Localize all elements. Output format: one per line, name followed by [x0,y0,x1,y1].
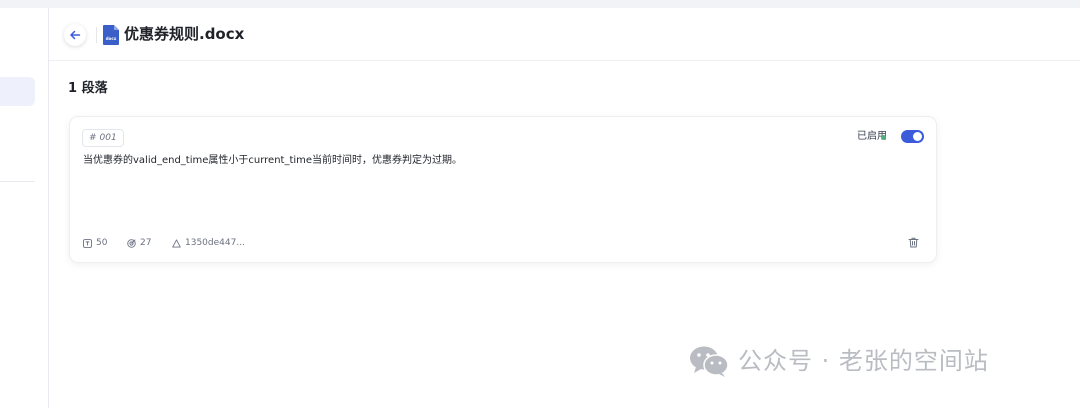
watermark-text: 公众号 · 老张的空间站 [738,347,989,375]
header-separator [96,27,97,43]
segment-content: 当优惠券的valid_end_time属性小于current_time当前时间时… [83,155,463,166]
svg-text:docx: docx [106,36,117,41]
document-header: docx 优惠券规则.docx [49,8,1080,61]
watermark: 公众号 · 老张的空间站 [688,344,989,378]
segment-hash: 1350de447... [172,237,245,249]
token-count: 50 [83,237,107,249]
sidebar-active-item[interactable] [0,77,35,106]
enable-toggle[interactable] [901,130,924,143]
toggle-knob [913,132,922,141]
sidebar-divider [0,181,35,182]
arrow-left-icon [70,30,81,40]
triangle-icon [172,238,181,248]
hit-count-value: 27 [140,238,152,248]
docx-file-icon: docx [103,25,119,45]
top-bar [0,0,1080,8]
section-title: 1 段落 [68,81,108,96]
wechat-icon [690,346,729,377]
token-count-value: 50 [96,238,108,248]
sidebar [0,8,49,408]
hash-prefix: # [89,133,97,143]
hit-count: 27 [127,237,151,249]
text-length-icon [83,238,92,248]
trash-icon[interactable] [908,237,919,248]
target-icon [127,238,136,248]
segment-hash-value: 1350de447... [185,238,245,248]
segment-id-badge: # 001 [82,129,124,147]
document-title: 优惠券规则.docx [124,25,245,43]
segment-id: 001 [99,133,117,143]
status-dot [881,135,886,140]
back-button[interactable] [64,24,86,46]
segment-card[interactable]: # 001 已启用 当优惠券的valid_end_time属性小于current… [69,116,937,263]
